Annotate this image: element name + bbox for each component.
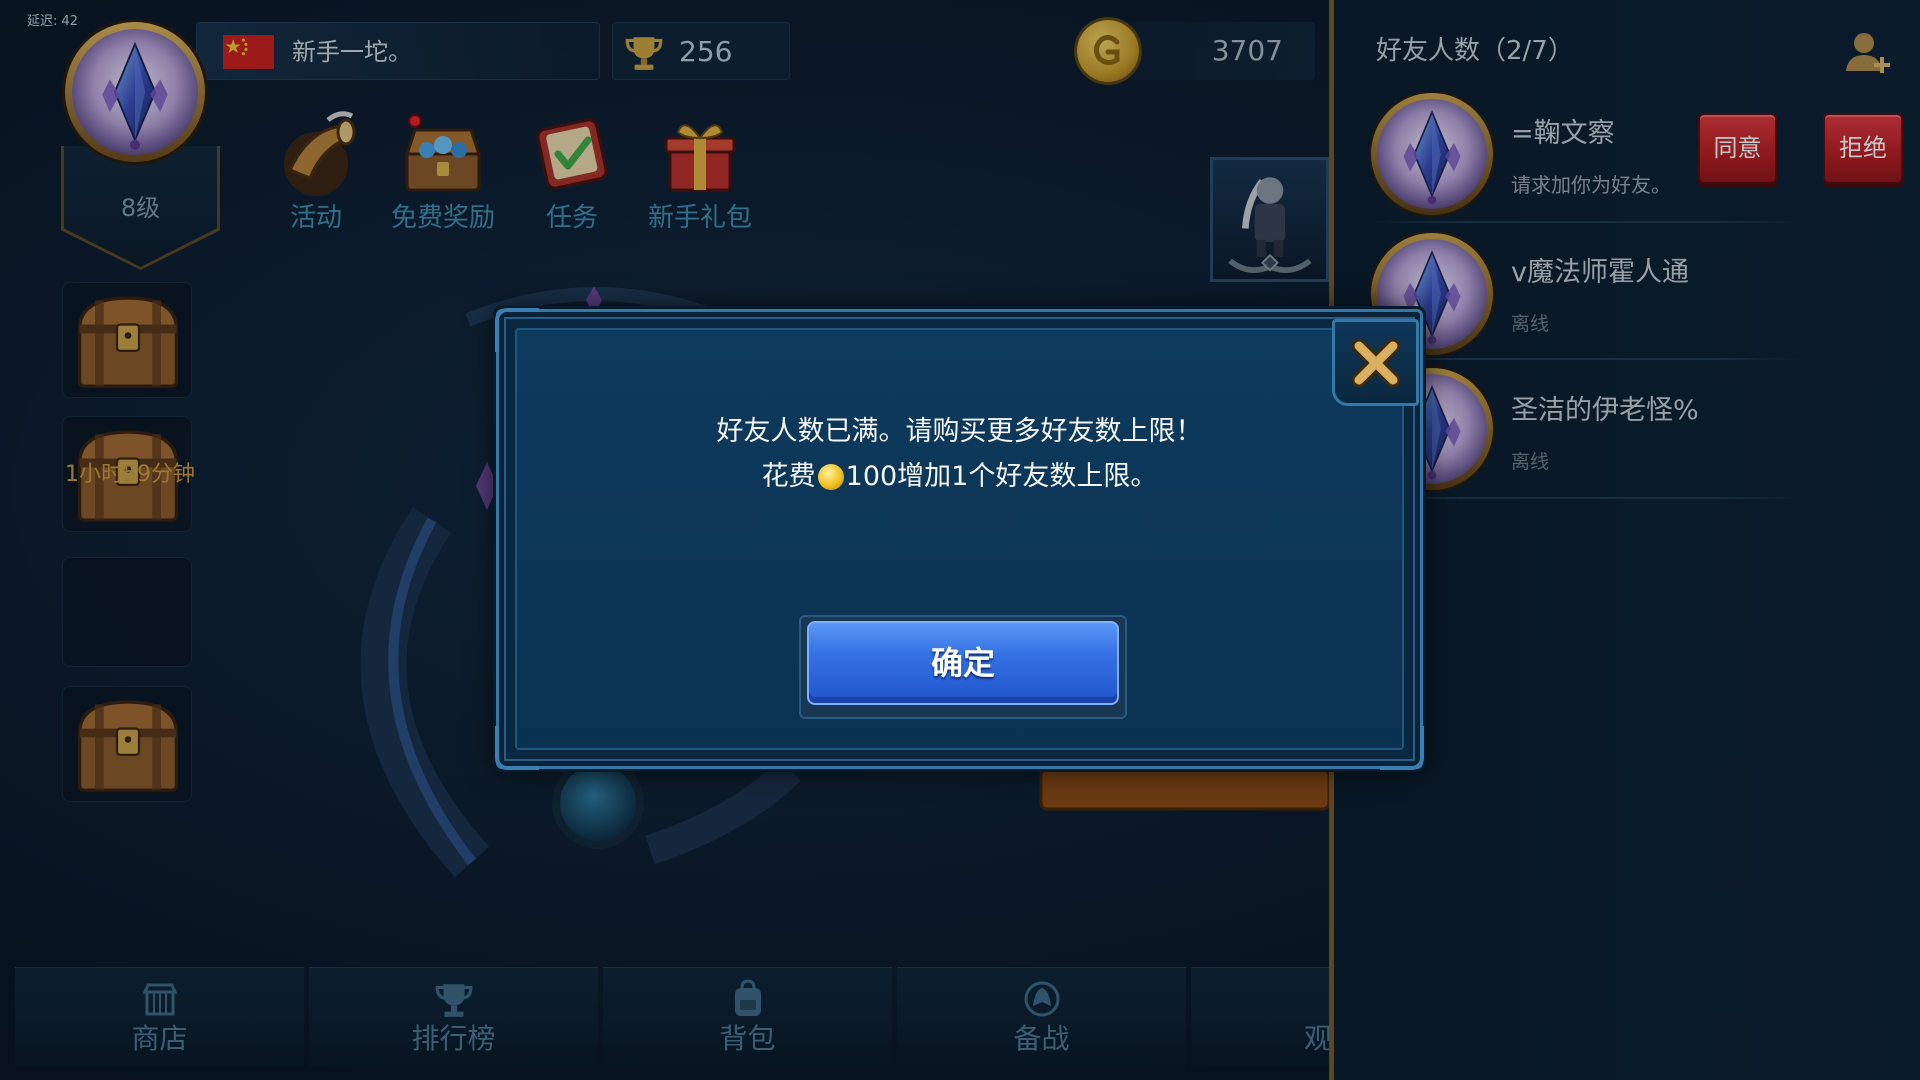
dialog-corner-ornament [495,308,539,352]
dialog-cost-prefix: 花费 [761,461,816,492]
dialog-corner-ornament [1380,726,1424,770]
close-icon [1351,338,1401,388]
dialog-corner-ornament [495,726,539,770]
dialog-cost-suffix: 100增加1个好友数上限。 [845,461,1158,492]
confirm-button[interactable]: 确定 [807,621,1119,705]
dialog-message-line2: 花费 100增加1个好友数上限。 [499,460,1420,494]
confirm-button-label: 确定 [930,644,995,682]
gold-coin-icon [817,464,844,490]
confirm-button-frame: 确定 [799,615,1127,719]
game-screen: 延迟: 42 8级 新手一坨。 256 3707 活动 免费奖励 任务 新手礼包… [0,0,1920,1080]
close-button[interactable] [1332,319,1419,406]
friend-limit-dialog: 好友人数已满。请购买更多好友数上限！ 花费 100增加1个好友数上限。 确定 [495,308,1424,770]
dialog-message-line1: 好友人数已满。请购买更多好友数上限！ [716,416,1203,447]
